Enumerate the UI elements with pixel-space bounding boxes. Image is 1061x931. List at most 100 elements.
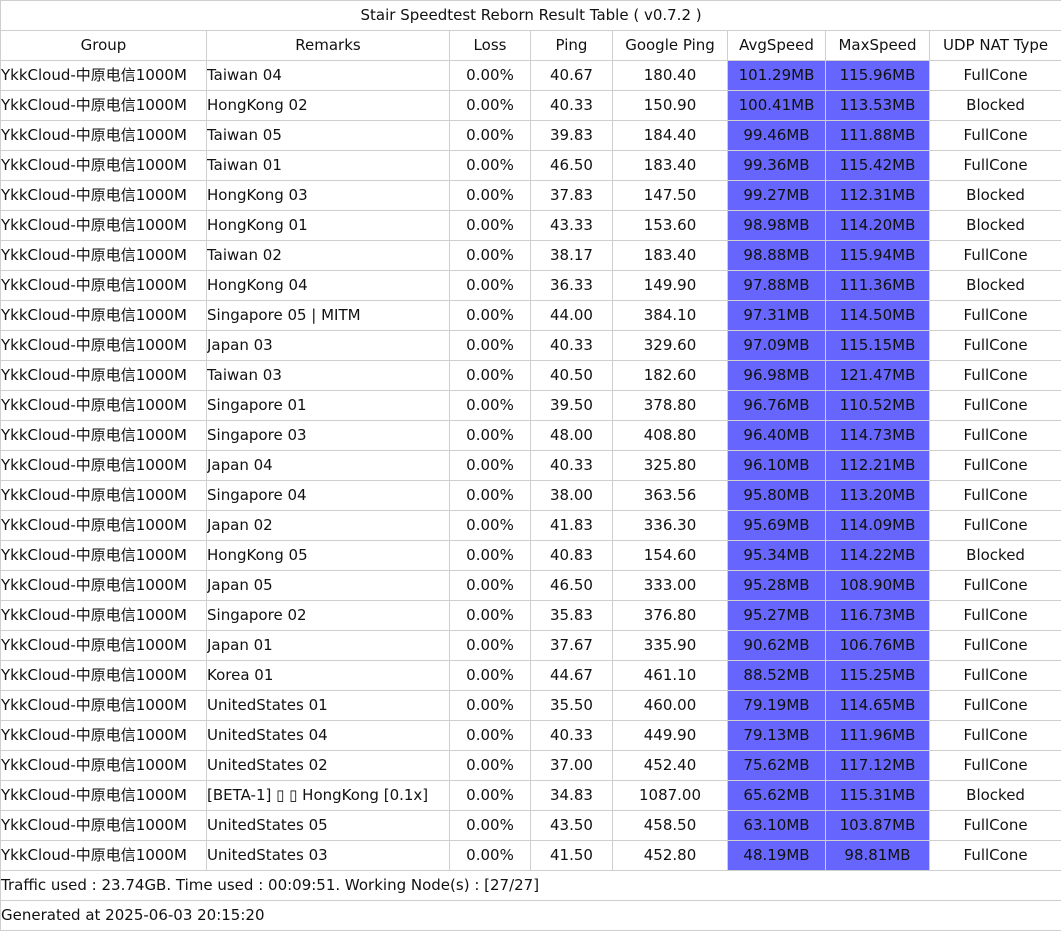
cell-max-speed: 115.15MB — [826, 331, 930, 361]
cell-udp-nat-type: Blocked — [930, 541, 1061, 571]
cell-group: YkkCloud-中原电信1000M — [1, 151, 207, 181]
cell-udp-nat-type: FullCone — [930, 421, 1061, 451]
cell-loss: 0.00% — [450, 691, 531, 721]
cell-loss: 0.00% — [450, 721, 531, 751]
cell-ping: 40.67 — [531, 61, 613, 91]
cell-loss: 0.00% — [450, 481, 531, 511]
table-row: YkkCloud-中原电信1000MTaiwan 020.00%38.17183… — [1, 241, 1061, 271]
cell-ping: 39.50 — [531, 391, 613, 421]
header-udp-nat-type: UDP NAT Type — [930, 31, 1061, 61]
cell-loss: 0.00% — [450, 661, 531, 691]
cell-avg-speed: 96.76MB — [728, 391, 826, 421]
cell-remarks: Japan 02 — [207, 511, 450, 541]
table-row: YkkCloud-中原电信1000MSingapore 010.00%39.50… — [1, 391, 1061, 421]
cell-google-ping: 378.80 — [613, 391, 728, 421]
header-google-ping: Google Ping — [613, 31, 728, 61]
cell-group: YkkCloud-中原电信1000M — [1, 181, 207, 211]
cell-loss: 0.00% — [450, 271, 531, 301]
cell-remarks: Singapore 03 — [207, 421, 450, 451]
cell-avg-speed: 65.62MB — [728, 781, 826, 811]
cell-google-ping: 183.40 — [613, 241, 728, 271]
cell-group: YkkCloud-中原电信1000M — [1, 721, 207, 751]
cell-udp-nat-type: Blocked — [930, 91, 1061, 121]
table-row: YkkCloud-中原电信1000MJapan 050.00%46.50333.… — [1, 571, 1061, 601]
cell-max-speed: 114.65MB — [826, 691, 930, 721]
cell-google-ping: 182.60 — [613, 361, 728, 391]
table-row: YkkCloud-中原电信1000MSingapore 030.00%48.00… — [1, 421, 1061, 451]
cell-remarks: [BETA-1] ▯ ▯ HongKong [0.1x] — [207, 781, 450, 811]
cell-remarks: HongKong 03 — [207, 181, 450, 211]
table-row: YkkCloud-中原电信1000MJapan 040.00%40.33325.… — [1, 451, 1061, 481]
cell-ping: 39.83 — [531, 121, 613, 151]
cell-udp-nat-type: FullCone — [930, 571, 1061, 601]
cell-avg-speed: 97.31MB — [728, 301, 826, 331]
cell-google-ping: 449.90 — [613, 721, 728, 751]
table-row: YkkCloud-中原电信1000MSingapore 040.00%38.00… — [1, 481, 1061, 511]
table-row: YkkCloud-中原电信1000MSingapore 05 | MITM0.0… — [1, 301, 1061, 331]
cell-remarks: HongKong 01 — [207, 211, 450, 241]
cell-udp-nat-type: FullCone — [930, 511, 1061, 541]
cell-avg-speed: 96.40MB — [728, 421, 826, 451]
table-row: YkkCloud-中原电信1000MUnitedStates 010.00%35… — [1, 691, 1061, 721]
cell-avg-speed: 95.69MB — [728, 511, 826, 541]
cell-loss: 0.00% — [450, 181, 531, 211]
cell-loss: 0.00% — [450, 211, 531, 241]
cell-avg-speed: 101.29MB — [728, 61, 826, 91]
cell-loss: 0.00% — [450, 601, 531, 631]
table-row: YkkCloud-中原电信1000MKorea 010.00%44.67461.… — [1, 661, 1061, 691]
cell-udp-nat-type: FullCone — [930, 301, 1061, 331]
cell-group: YkkCloud-中原电信1000M — [1, 391, 207, 421]
cell-remarks: HongKong 04 — [207, 271, 450, 301]
cell-avg-speed: 88.52MB — [728, 661, 826, 691]
header-max-speed: MaxSpeed — [826, 31, 930, 61]
cell-group: YkkCloud-中原电信1000M — [1, 691, 207, 721]
cell-google-ping: 183.40 — [613, 151, 728, 181]
cell-udp-nat-type: FullCone — [930, 121, 1061, 151]
cell-max-speed: 115.96MB — [826, 61, 930, 91]
cell-avg-speed: 95.34MB — [728, 541, 826, 571]
header-row: Group Remarks Loss Ping Google Ping AvgS… — [1, 31, 1061, 61]
cell-loss: 0.00% — [450, 541, 531, 571]
footer-traffic: Traffic used : 23.74GB. Time used : 00:0… — [1, 871, 1061, 901]
cell-google-ping: 184.40 — [613, 121, 728, 151]
cell-max-speed: 114.50MB — [826, 301, 930, 331]
cell-google-ping: 333.00 — [613, 571, 728, 601]
cell-google-ping: 153.60 — [613, 211, 728, 241]
cell-avg-speed: 97.88MB — [728, 271, 826, 301]
table-title: Stair Speedtest Reborn Result Table ( v0… — [1, 1, 1061, 31]
table-row: YkkCloud-中原电信1000MUnitedStates 030.00%41… — [1, 841, 1061, 871]
header-ping: Ping — [531, 31, 613, 61]
cell-max-speed: 114.22MB — [826, 541, 930, 571]
cell-remarks: HongKong 05 — [207, 541, 450, 571]
result-table: Stair Speedtest Reborn Result Table ( v0… — [0, 0, 1061, 931]
cell-max-speed: 115.94MB — [826, 241, 930, 271]
cell-google-ping: 154.60 — [613, 541, 728, 571]
cell-loss: 0.00% — [450, 61, 531, 91]
cell-group: YkkCloud-中原电信1000M — [1, 811, 207, 841]
cell-remarks: Japan 05 — [207, 571, 450, 601]
cell-avg-speed: 95.28MB — [728, 571, 826, 601]
cell-avg-speed: 100.41MB — [728, 91, 826, 121]
cell-max-speed: 121.47MB — [826, 361, 930, 391]
cell-avg-speed: 96.98MB — [728, 361, 826, 391]
cell-udp-nat-type: FullCone — [930, 691, 1061, 721]
cell-group: YkkCloud-中原电信1000M — [1, 121, 207, 151]
footer-row: Generated at 2025-06-03 20:15:20 — [1, 901, 1061, 931]
cell-loss: 0.00% — [450, 751, 531, 781]
cell-ping: 40.50 — [531, 361, 613, 391]
cell-max-speed: 113.20MB — [826, 481, 930, 511]
cell-google-ping: 329.60 — [613, 331, 728, 361]
table-row: YkkCloud-中原电信1000MUnitedStates 050.00%43… — [1, 811, 1061, 841]
table-row: YkkCloud-中原电信1000MHongKong 050.00%40.831… — [1, 541, 1061, 571]
cell-max-speed: 111.36MB — [826, 271, 930, 301]
cell-udp-nat-type: Blocked — [930, 181, 1061, 211]
cell-max-speed: 110.52MB — [826, 391, 930, 421]
cell-remarks: Singapore 01 — [207, 391, 450, 421]
cell-loss: 0.00% — [450, 361, 531, 391]
cell-ping: 35.50 — [531, 691, 613, 721]
cell-group: YkkCloud-中原电信1000M — [1, 661, 207, 691]
cell-max-speed: 115.25MB — [826, 661, 930, 691]
cell-group: YkkCloud-中原电信1000M — [1, 541, 207, 571]
cell-ping: 41.50 — [531, 841, 613, 871]
cell-udp-nat-type: FullCone — [930, 61, 1061, 91]
